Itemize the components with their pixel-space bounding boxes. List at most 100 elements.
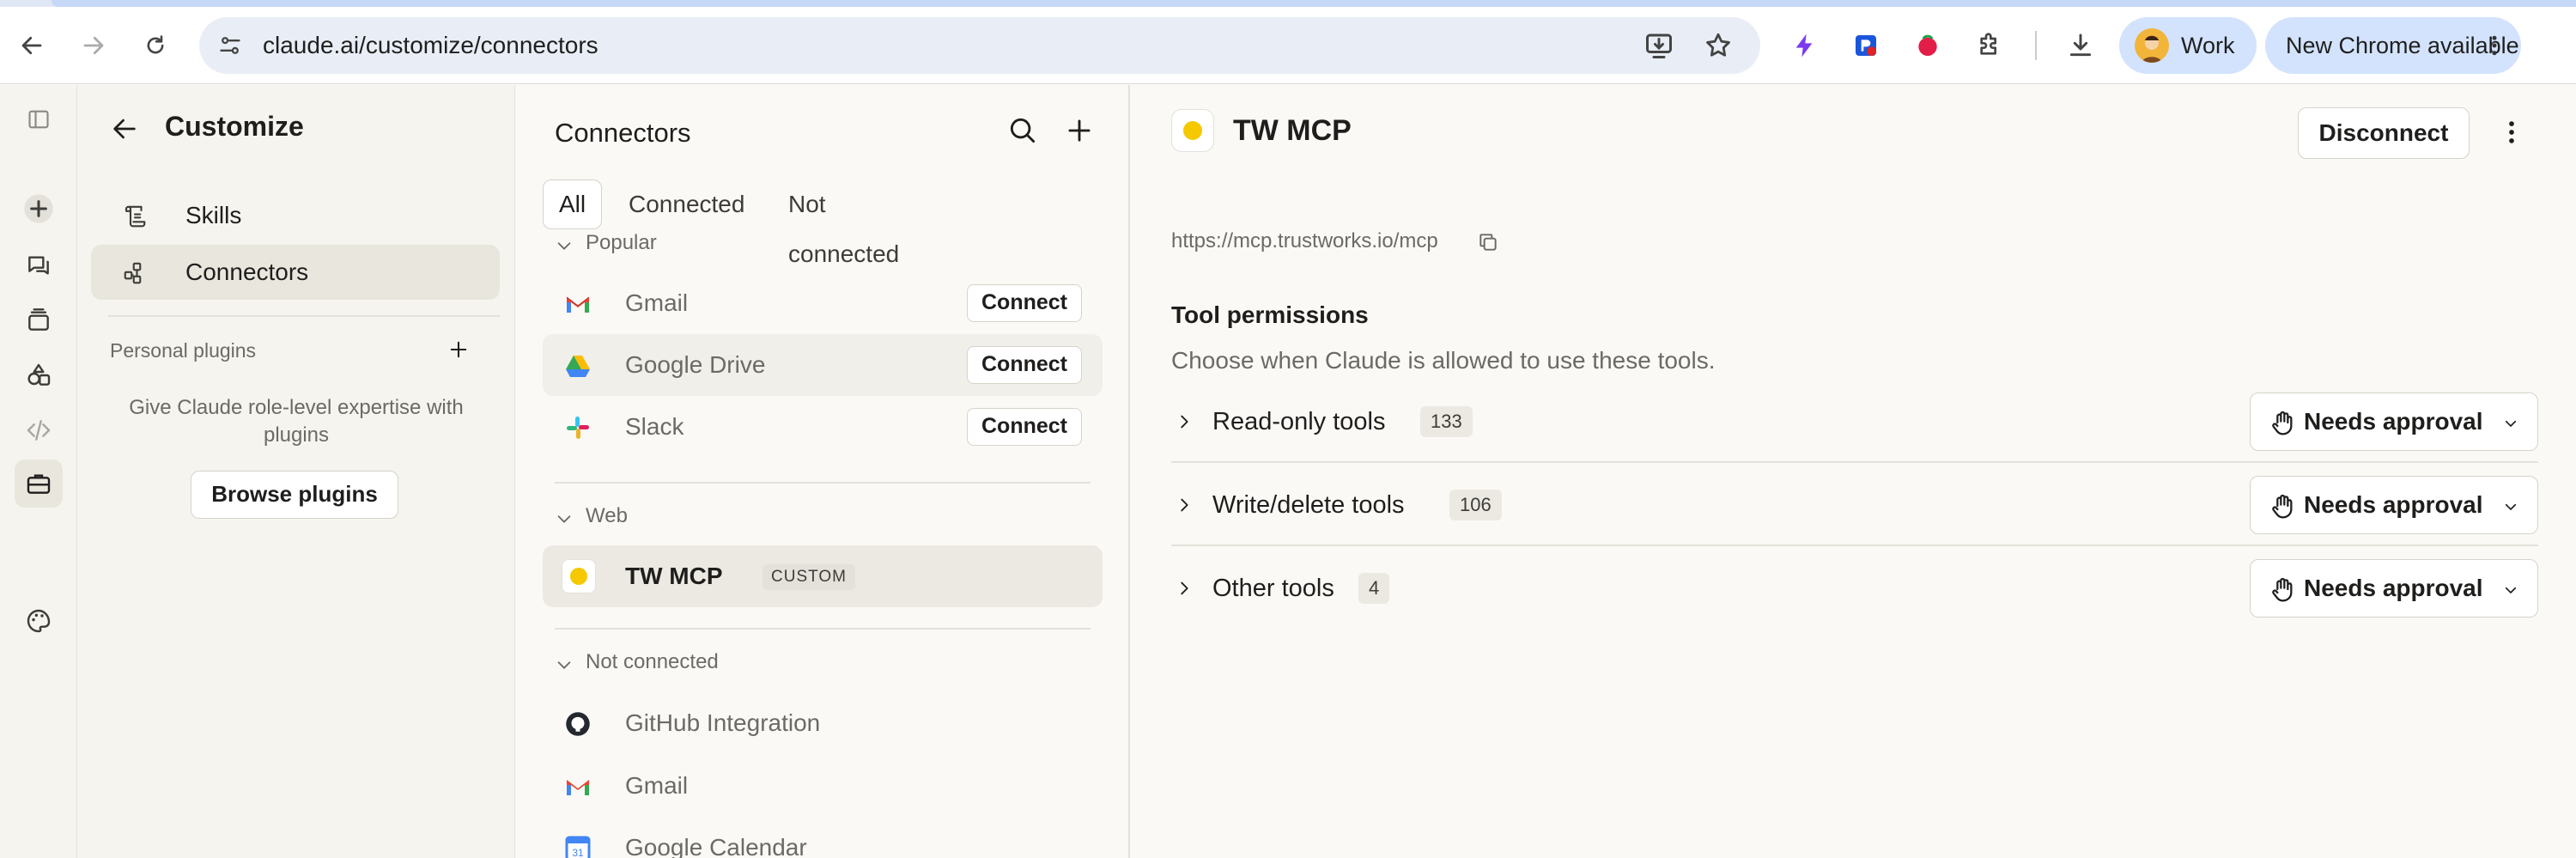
browse-plugins-button[interactable]: Browse plugins <box>191 471 398 519</box>
raspberry-icon <box>1918 34 1937 56</box>
customize-button[interactable] <box>15 459 63 508</box>
tab-connected[interactable]: Connected <box>613 180 760 229</box>
connector-url: https://mcp.trustworks.io/mcp <box>1171 229 1438 253</box>
extensions-menu-button[interactable] <box>1970 26 2009 65</box>
tool-group-label: Read-only tools <box>1212 408 1386 435</box>
profile-button[interactable]: Work <box>2119 17 2257 74</box>
projects-button[interactable] <box>15 296 63 344</box>
connector-row-github[interactable]: GitHub Integration <box>543 692 1103 754</box>
bookmark-button[interactable] <box>1704 31 1733 60</box>
chevron-down-icon <box>557 515 571 523</box>
add-plugin-button[interactable] <box>447 338 471 362</box>
tool-group-label: Write/delete tools <box>1212 491 1405 519</box>
connector-name: Google Drive <box>625 351 766 378</box>
connector-row-google-calendar[interactable]: 31 Google Calendar <box>543 817 1103 858</box>
code-button[interactable] <box>15 406 63 454</box>
sidebar-toggle-icon <box>28 110 49 129</box>
extension-shield-button[interactable] <box>1846 26 1886 65</box>
slack-icon <box>565 415 591 441</box>
back-button[interactable] <box>9 22 55 69</box>
puzzle-icon <box>1980 33 1996 55</box>
connector-row-google-drive[interactable]: Google Drive Connect <box>543 334 1103 396</box>
approval-dropdown[interactable]: Needs approval <box>2250 559 2538 618</box>
connector-row-slack[interactable]: Slack Connect <box>543 396 1103 458</box>
yellow-dot-icon <box>1183 121 1202 140</box>
reload-icon <box>147 35 164 54</box>
connector-title: TW MCP <box>1233 114 1352 147</box>
connect-button[interactable]: Connect <box>967 284 1082 322</box>
chevron-down-icon <box>557 661 571 669</box>
page-title: Customize <box>165 111 304 142</box>
tool-count-badge: 133 <box>1420 406 1473 437</box>
chevron-right-icon <box>1181 415 1188 429</box>
avatar <box>2135 28 2169 63</box>
sidebar-item-connectors[interactable]: Connectors <box>91 245 500 300</box>
downloads-button[interactable] <box>2061 26 2100 65</box>
extension-bolt-button[interactable] <box>1784 26 1824 65</box>
tool-count-badge: 4 <box>1358 573 1390 604</box>
divider <box>1171 461 2538 463</box>
tab-not-connected[interactable]: Not connected <box>773 180 914 267</box>
sidebar-item-label: Connectors <box>185 259 309 285</box>
chats-button[interactable] <box>15 241 63 289</box>
sidebar-item-label: Skills <box>185 202 242 228</box>
connector-row-gmail-2[interactable]: Gmail <box>543 755 1103 817</box>
disconnect-button[interactable]: Disconnect <box>2298 107 2470 159</box>
tool-group-write-delete[interactable]: Write/delete tools 106 Needs approval <box>1171 464 2538 546</box>
site-settings-icon[interactable] <box>218 33 242 58</box>
back-button[interactable] <box>110 114 139 143</box>
browser-toolbar: claude.ai/customize/connectors Work New … <box>0 7 2576 84</box>
connectors-icon <box>124 262 142 284</box>
personal-plugins-heading: Personal plugins <box>110 339 257 362</box>
connect-button[interactable]: Connect <box>967 346 1082 384</box>
bolt-icon <box>1795 33 1813 58</box>
copy-icon <box>1479 234 1497 251</box>
chevron-right-icon <box>1181 581 1188 595</box>
connect-button[interactable]: Connect <box>967 408 1082 446</box>
chevron-down-icon <box>2505 587 2517 593</box>
search-connectors-button[interactable] <box>1006 114 1039 147</box>
tool-group-other[interactable]: Other tools 4 Needs approval <box>1171 547 2538 630</box>
code-icon <box>27 420 51 441</box>
forward-button[interactable] <box>70 22 117 69</box>
chevron-down-icon <box>557 242 571 250</box>
address-bar[interactable]: claude.ai/customize/connectors <box>199 17 1760 74</box>
permissions-title: Tool permissions <box>1171 301 1369 328</box>
extension-red-button[interactable] <box>1908 26 1947 65</box>
shield-icon <box>1856 35 1876 56</box>
arrow-left-icon <box>21 36 42 55</box>
plus-icon <box>1068 119 1091 142</box>
approval-dropdown[interactable]: Needs approval <box>2250 392 2538 451</box>
reload-button[interactable] <box>132 22 179 69</box>
search-icon <box>1010 118 1036 143</box>
approval-dropdown[interactable]: Needs approval <box>2250 476 2538 534</box>
update-chrome-button[interactable]: New Chrome available <box>2265 17 2521 74</box>
plugins-blurb: Give Claude role-level expertise with pl… <box>129 396 464 447</box>
gmail-icon <box>565 774 591 800</box>
url-text[interactable]: claude.ai/customize/connectors <box>263 17 598 74</box>
artifacts-button[interactable] <box>15 351 63 399</box>
tab-strip <box>0 0 2576 7</box>
add-connector-button[interactable] <box>1063 114 1096 147</box>
sidebar-item-skills[interactable]: Skills <box>91 188 500 243</box>
github-icon <box>565 711 591 737</box>
google-drive-icon <box>565 353 591 379</box>
arrow-right-icon <box>83 36 104 55</box>
install-app-button[interactable] <box>1643 30 1674 61</box>
connector-row-gmail[interactable]: Gmail Connect <box>543 272 1103 334</box>
chevron-down-icon <box>2505 420 2517 427</box>
tool-group-read-only[interactable]: Read-only tools 133 Needs approval <box>1171 380 2538 463</box>
tab-all[interactable]: All <box>543 180 603 229</box>
app-rail <box>0 85 77 858</box>
customize-sidebar: Customize Skills Connectors Personal plu… <box>77 85 515 858</box>
more-options-button[interactable] <box>2497 118 2526 147</box>
divider <box>555 482 1091 484</box>
stack-icon <box>28 308 49 331</box>
toggle-sidebar-button[interactable] <box>15 95 63 143</box>
copy-url-button[interactable] <box>1477 231 1499 253</box>
connector-row-tw-mcp[interactable]: TW MCP CUSTOM <box>543 545 1103 607</box>
more-vert-icon <box>2492 35 2497 56</box>
theme-button[interactable] <box>15 597 63 645</box>
connector-name: Google Calendar <box>625 834 807 858</box>
new-chat-button[interactable] <box>15 185 63 233</box>
